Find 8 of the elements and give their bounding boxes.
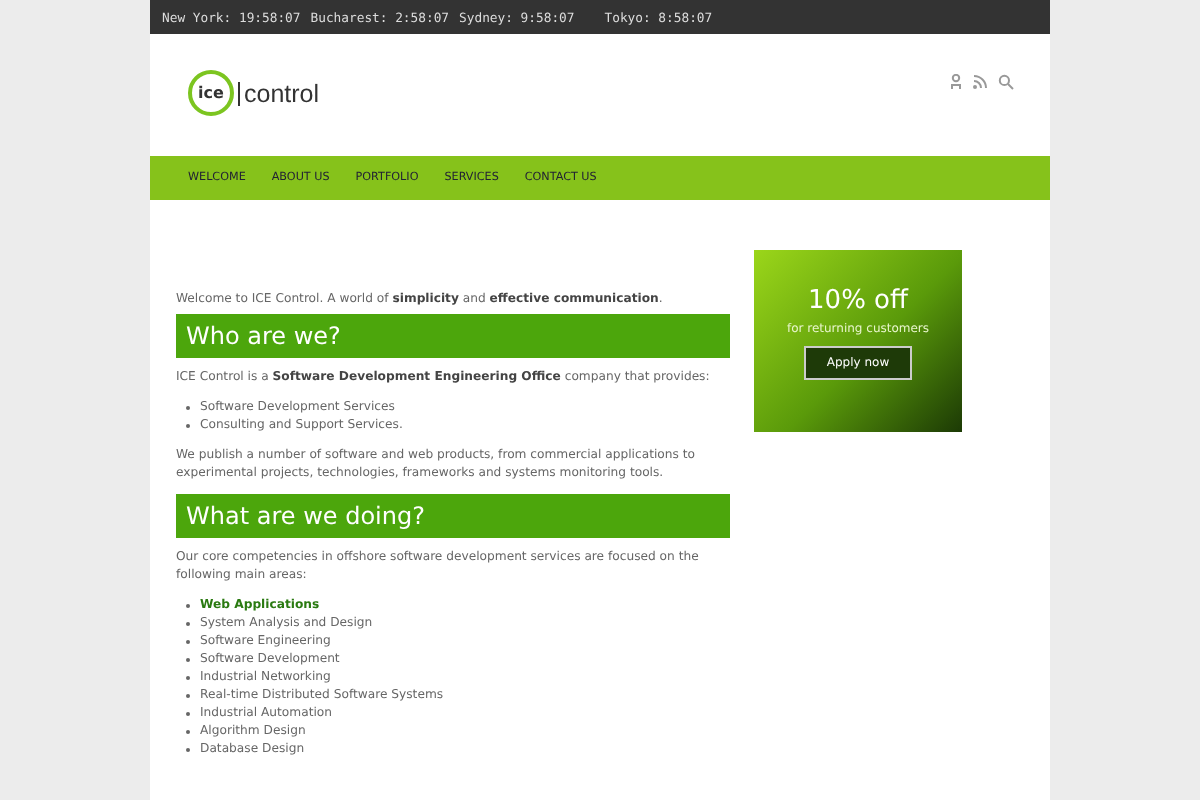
section-heading: Who are we? [176, 314, 730, 358]
section-heading: What are we doing? [176, 494, 730, 538]
search-icon[interactable] [998, 74, 1014, 90]
logo-ring-icon[interactable]: ice [188, 70, 234, 116]
person-icon[interactable] [950, 74, 962, 90]
rss-icon[interactable] [972, 74, 988, 90]
promo-title: 10% off [808, 286, 908, 316]
logo-text[interactable]: control [238, 81, 320, 105]
